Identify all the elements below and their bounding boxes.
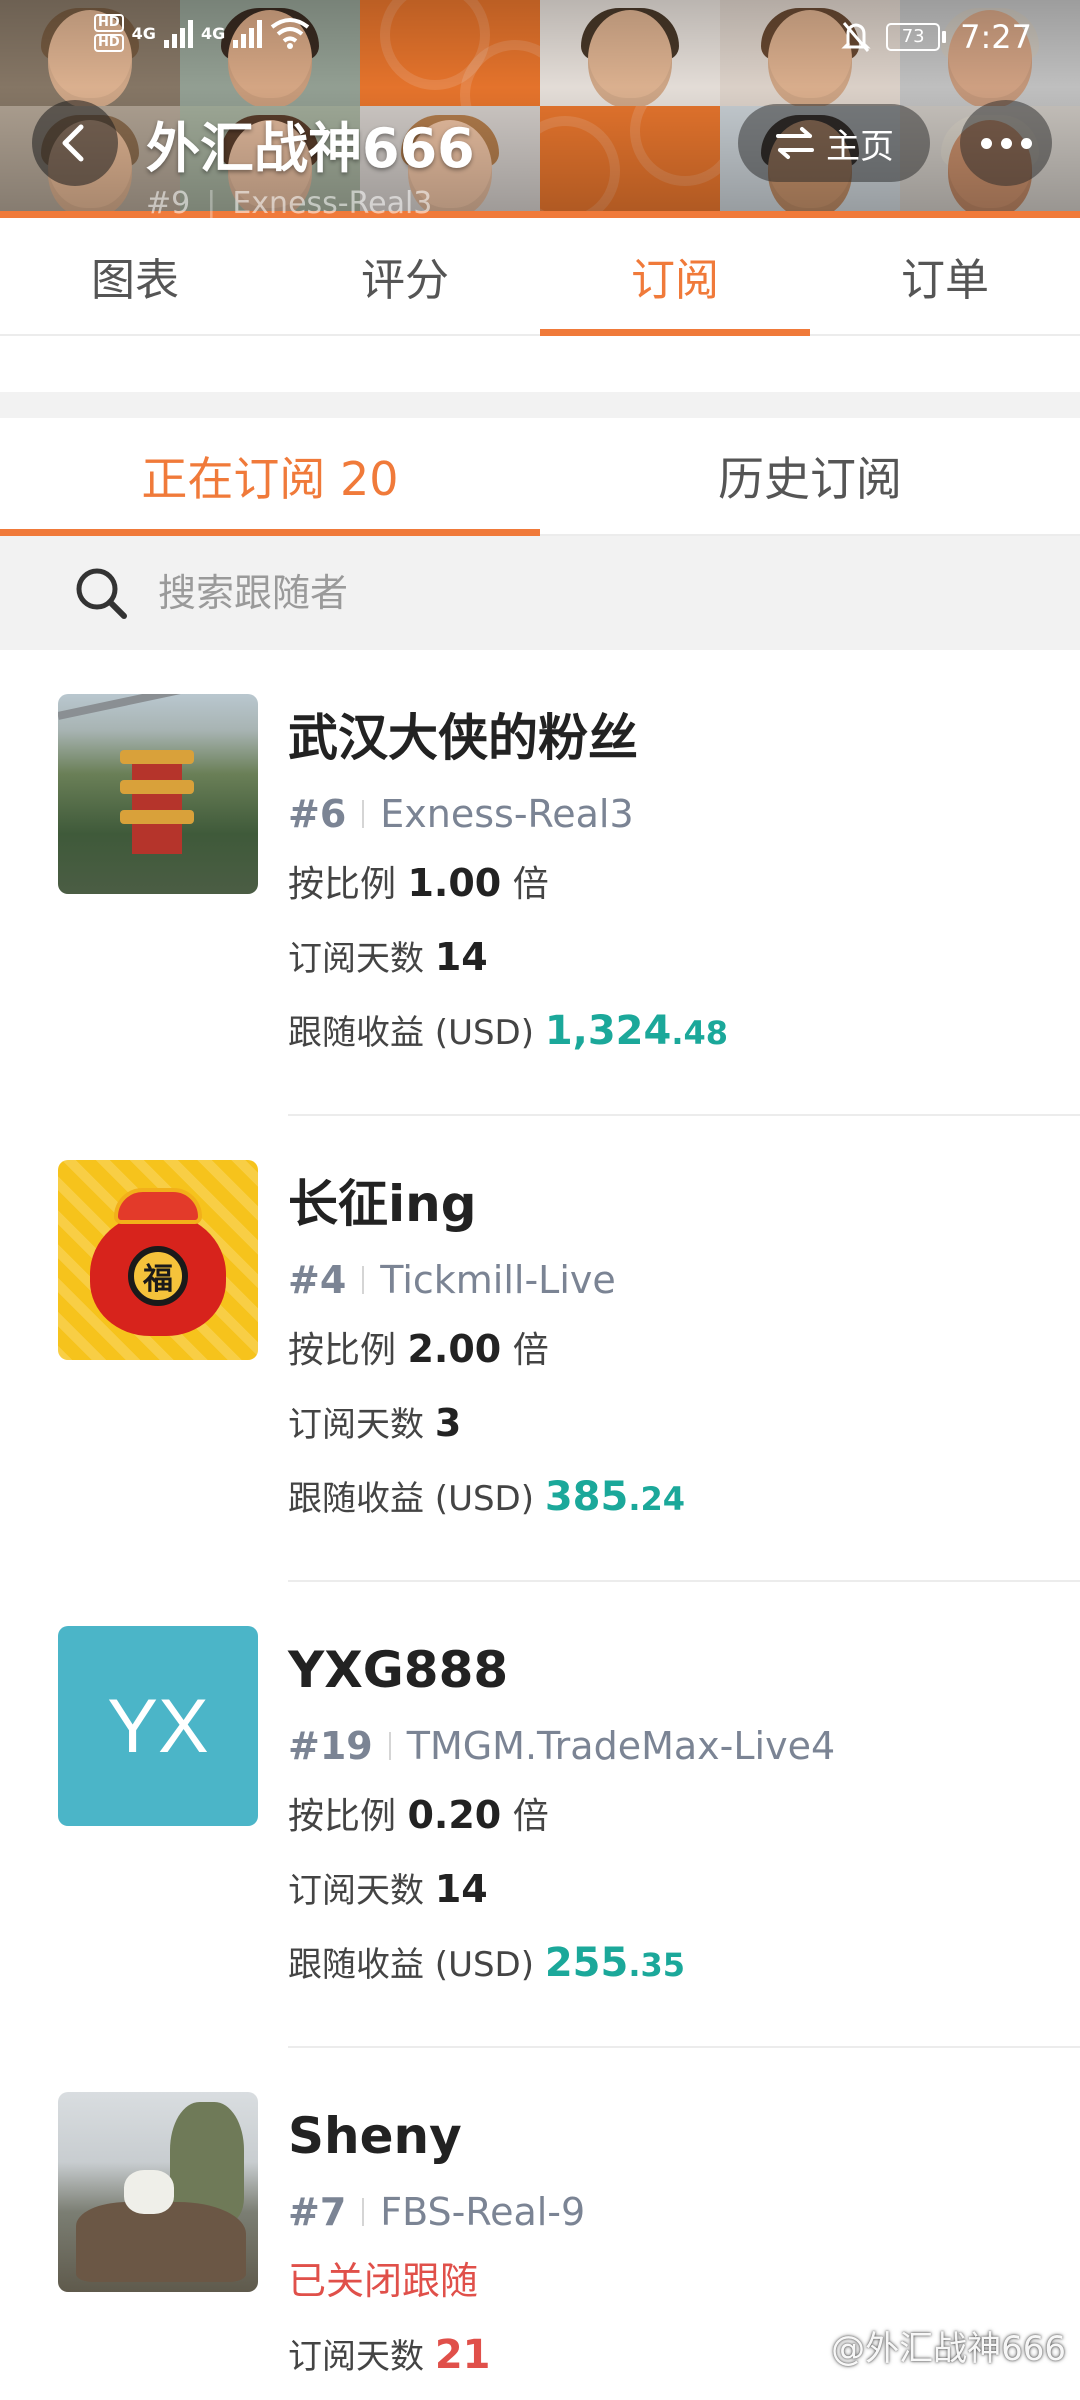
follow-ratio: 按比例 0.20 倍 [288,1793,549,1837]
hd-badge: HD [94,34,124,52]
follower-rank: #7 [288,2190,347,2234]
gain-value: 255.35 [544,1940,685,1986]
follower-card[interactable]: YX YXG888 #19 TMGM.TradeMax-Live4 按比例 0.… [0,1582,1080,2048]
days-value: 3 [434,1401,462,1445]
ratio-value: 2.00 [407,1327,502,1371]
follower-meta: #6 Exness-Real3 [288,782,1080,846]
header-broker: Exness-Real3 [232,186,433,218]
follower-broker: Tickmill-Live [380,1258,616,1302]
mute-icon [841,22,871,52]
follower-name: YXG888 [288,1641,509,1699]
follower-name: Sheny [288,2107,462,2165]
tab-subscription[interactable]: 订阅 [540,218,810,336]
follow-ratio: 按比例 2.00 倍 [288,1327,549,1371]
network-type: 4G [200,23,226,43]
home-button[interactable]: 主页 [738,104,930,182]
subscription-days: 订阅天数 3 [288,1401,462,1445]
status-left: HD HD 4G 4G [94,14,310,52]
follower-card[interactable]: 武汉大侠的粉丝 #6 Exness-Real3 按比例 1.00 倍 订阅天数 … [0,650,1080,1116]
follow-gain: 跟随收益 (USD) 1,324.48 [288,1008,729,1054]
follower-card[interactable]: 福 长征ing #4 Tickmill-Live 按比例 2.00 倍 订阅天数… [0,1116,1080,1582]
tab-rating[interactable]: 评分 [270,218,540,334]
ratio-value: 1.00 [407,861,502,905]
wifi-icon [270,18,310,49]
separator [362,800,365,828]
follower-info: YXG888 #19 TMGM.TradeMax-Live4 按比例 0.20 … [288,1634,1080,2000]
follow-gain: 跟随收益 (USD) 255.35 [288,1940,685,1986]
profile-header: HD HD 4G 4G 73 7:27 外汇战神666 #9 | Exness-… [0,0,1080,218]
ratio-value: 0.20 [407,1793,502,1837]
separator: | [206,186,217,218]
days-value: 14 [434,935,488,979]
separator [388,1732,391,1760]
follower-info: 武汉大侠的粉丝 #6 Exness-Real3 按比例 1.00 倍 订阅天数 … [288,702,1080,1068]
status-bar: HD HD 4G 4G 73 7:27 [0,0,1080,76]
home-button-label: 主页 [826,126,894,167]
search-icon [76,568,127,619]
tab-orders[interactable]: 订单 [810,218,1080,334]
clock: 7:27 [960,18,1032,56]
back-button[interactable] [32,100,118,186]
follower-broker: FBS-Real-9 [380,2190,586,2234]
tab-history-subscriptions[interactable]: 历史订阅 [540,418,1080,534]
follow-gain: 跟随收益 (USD) 385.24 [288,1474,685,1520]
network-type: 4G [131,23,156,43]
swap-icon [776,127,814,159]
more-dots-icon[interactable] [960,100,1052,186]
follower-list: 武汉大侠的粉丝 #6 Exness-Real3 按比例 1.00 倍 订阅天数 … [0,650,1080,2400]
signal-icon [163,18,193,48]
hd-indicators: HD HD [94,14,124,52]
gain-value: 1,324.48 [544,1008,729,1054]
subscription-days: 订阅天数 14 [288,935,488,979]
battery-level: 73 [886,23,941,51]
main-tab-bar: 图表 评分 订阅 订单 [0,218,1080,336]
tab-current-subscriptions[interactable]: 正在订阅 20 [0,418,540,536]
separator [362,1266,365,1294]
follower-name: 武汉大侠的粉丝 [288,709,638,767]
follow-ratio: 按比例 1.00 倍 [288,861,549,905]
header-subtitle: #9 | Exness-Real3 [146,186,432,218]
follower-meta: #4 Tickmill-Live [288,1248,1080,1312]
page-title: 外汇战神666 [146,117,475,180]
avatar [58,2092,258,2292]
follower-meta: #19 TMGM.TradeMax-Live4 [288,1714,1080,1778]
tab-chart[interactable]: 图表 [0,218,270,334]
avatar: 福 [58,1160,258,1360]
hd-badge: HD [94,14,124,32]
watermark: @外汇战神666 [831,2329,1066,2369]
search-input[interactable] [158,571,958,615]
follower-rank: #4 [288,1258,347,1302]
avatar [58,694,258,894]
header-rank: #9 [146,186,191,218]
follower-broker: TMGM.TradeMax-Live4 [406,1724,836,1768]
back-arrow-icon [62,124,84,162]
gain-value: 385.24 [544,1474,685,1520]
status-right: 73 7:27 [840,18,1032,56]
days-value: 14 [434,1867,488,1911]
subscription-days: 订阅天数 14 [288,1867,488,1911]
separator [362,2198,365,2226]
fortune-bag-icon: 福 [128,1246,188,1306]
follower-broker: Exness-Real3 [380,792,634,836]
follower-name: 长征ing [288,1175,477,1233]
section-divider [0,392,1080,418]
subscription-tab-bar: 正在订阅 20 历史订阅 [0,418,1080,536]
days-value: 21 [434,2332,491,2378]
follower-info: 长征ing #4 Tickmill-Live 按比例 2.00 倍 订阅天数 3… [288,1168,1080,1534]
avatar: YX [58,1626,258,1826]
follower-rank: #19 [288,1724,373,1768]
battery-icon: 73 [886,23,947,51]
follower-rank: #6 [288,792,347,836]
signal-icon [233,18,263,48]
follower-meta: #7 FBS-Real-9 [288,2180,1080,2244]
follow-closed-status: 已关闭跟随 [288,2259,479,2303]
search-bar [0,536,1080,650]
